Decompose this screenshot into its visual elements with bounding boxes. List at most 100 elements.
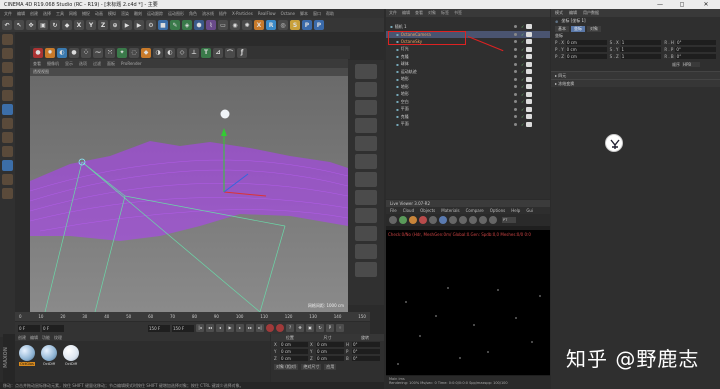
polygons-mode-icon[interactable] (2, 104, 13, 115)
menu-help[interactable]: 帮助 (326, 11, 334, 17)
tab-coord[interactable]: 坐标 (571, 25, 585, 32)
object-row[interactable]: ▪ 地形 ✓ (386, 91, 550, 99)
node-icon[interactable]: ◐ (165, 47, 175, 58)
material-picker-icon[interactable] (459, 216, 467, 224)
scale-icon[interactable]: ▣ (38, 20, 48, 30)
region-icon[interactable] (439, 216, 447, 224)
live-select-icon[interactable]: ↖ (14, 20, 24, 30)
lv-menu-file[interactable]: File (390, 208, 397, 213)
object-row[interactable]: ▪ 地形 ✓ (386, 83, 550, 91)
lv-menu-options[interactable]: Options (490, 208, 505, 213)
deformer-icon[interactable]: ⌇ (206, 20, 216, 30)
om-menu-object[interactable]: 对象 (428, 10, 436, 16)
model-mode-icon[interactable] (2, 34, 13, 45)
smooth-icon[interactable] (355, 118, 377, 133)
array-icon[interactable]: ⬢ (194, 20, 204, 30)
kernel-select[interactable]: PT (502, 217, 516, 223)
plugin-icon[interactable]: P (302, 20, 312, 30)
material-item[interactable]: OctDiff (40, 345, 58, 366)
menu-plugins[interactable]: 插件 (219, 11, 227, 17)
quaternion-section[interactable]: ▸ 四元 (551, 71, 720, 79)
material-item[interactable]: OctGlos (18, 345, 36, 366)
menu-mograph[interactable]: 运动图形 (168, 11, 184, 17)
modifier-icon[interactable]: T (201, 47, 211, 58)
tag-icon[interactable] (526, 39, 532, 45)
sculpt-icon[interactable] (355, 82, 377, 97)
object-row[interactable]: ▪ 地形 ✓ (386, 76, 550, 84)
viewport-menu-prorender[interactable]: ProRender (121, 61, 142, 66)
lv-menu-compare[interactable]: Compare (466, 208, 484, 213)
axis-mode-icon[interactable] (2, 132, 13, 143)
record-icon[interactable]: ● (33, 47, 43, 58)
xp-icon[interactable]: X (254, 20, 264, 30)
menu-window[interactable]: 窗口 (313, 11, 321, 17)
auto-key-icon[interactable] (276, 324, 284, 332)
object-row[interactable]: ▪ 克隆 ✓ (386, 113, 550, 121)
object-row[interactable]: ▪ 球体 ✓ (386, 61, 550, 69)
sphere-icon[interactable]: ● (69, 47, 79, 58)
focus-picker-icon[interactable] (449, 216, 457, 224)
shader-icon[interactable]: ◑ (153, 47, 163, 58)
grab-icon[interactable] (355, 136, 377, 151)
points-mode-icon[interactable] (2, 76, 13, 87)
go-start-icon[interactable]: |◂ (196, 324, 204, 332)
spline-tool-icon[interactable]: ⌒ (225, 47, 235, 58)
mask-icon[interactable] (355, 208, 377, 223)
visibility-dot[interactable] (514, 47, 517, 51)
visibility-dot[interactable] (514, 92, 517, 96)
y-axis-arrow[interactable] (221, 128, 227, 136)
effector-icon[interactable]: ✦ (117, 47, 127, 58)
lv-menu-materials[interactable]: Materials (441, 208, 459, 213)
fx-icon[interactable]: ƒ (237, 47, 247, 58)
texture-icon[interactable]: ◆ (141, 47, 151, 58)
lv-menu-gui[interactable]: Gui (526, 208, 533, 213)
menu-select[interactable]: 选择 (43, 11, 51, 17)
position-x-field[interactable]: 0 cm (280, 342, 308, 347)
menu-mesh[interactable]: 网格 (69, 11, 77, 17)
menu-simulate[interactable]: 模拟 (108, 11, 116, 17)
flatten-icon[interactable] (355, 154, 377, 169)
visibility-dot[interactable] (514, 62, 517, 66)
brush-icon[interactable] (355, 100, 377, 115)
viewport-menu-filter[interactable]: 过滤 (93, 61, 101, 67)
size-mode-select[interactable]: 绝对尺寸 (301, 364, 322, 370)
om-menu-tags[interactable]: 标签 (441, 10, 449, 16)
viewport-menu-options[interactable]: 选项 (79, 61, 87, 67)
prev-key-icon[interactable]: ◂◂ (206, 324, 214, 332)
tag-icon[interactable] (526, 121, 532, 127)
size-x-field[interactable]: 0 cm (316, 342, 344, 347)
dots-icon[interactable]: ⁘ (81, 47, 91, 58)
material-item[interactable]: OctDiff (62, 345, 80, 366)
sub-sampling-icon[interactable] (489, 216, 497, 224)
tag-icon[interactable] (526, 76, 532, 82)
key-selection-icon[interactable]: ? (286, 324, 294, 332)
next-key-icon[interactable]: ▸▸ (246, 324, 254, 332)
tag-icon[interactable] (526, 54, 532, 60)
texture-mode-icon[interactable] (2, 48, 13, 59)
material-menu-function[interactable]: 功能 (42, 335, 50, 341)
viewport-menu-view[interactable]: 查看 (33, 61, 41, 67)
visibility-dot[interactable] (514, 55, 517, 59)
tag-icon[interactable] (526, 106, 532, 112)
lv-menu-help[interactable]: Help (511, 208, 520, 213)
next-frame-icon[interactable]: ▸ (236, 324, 244, 332)
size-y-field[interactable]: 0 cm (316, 349, 344, 354)
rotation-h-field[interactable]: 0° (352, 342, 380, 347)
field-value[interactable]: 1 (620, 54, 662, 59)
position-y-field[interactable]: 0 cm (280, 349, 308, 354)
menu-octane[interactable]: Octane (281, 11, 295, 16)
rotation-order-select[interactable]: HPB (682, 62, 700, 67)
tab-basic[interactable]: 基本 (555, 25, 569, 32)
size-z-field[interactable]: 0 cm (316, 356, 344, 361)
tag-icon[interactable] (526, 61, 532, 67)
preview-start-field[interactable]: 0 F (42, 324, 64, 332)
object-row[interactable]: ▪ 平面 ✓ (386, 121, 550, 129)
axis-icon[interactable]: ⊥ (189, 47, 199, 58)
x-axis-button[interactable]: X (74, 20, 84, 30)
viewport-menu-display[interactable]: 显示 (65, 61, 73, 67)
knife-icon[interactable] (355, 226, 377, 241)
visibility-dot[interactable] (514, 70, 517, 74)
viewport-menu-camera[interactable]: 摄像机 (47, 61, 59, 67)
plugin2-icon[interactable]: P (314, 20, 324, 30)
stop-icon[interactable] (419, 216, 427, 224)
